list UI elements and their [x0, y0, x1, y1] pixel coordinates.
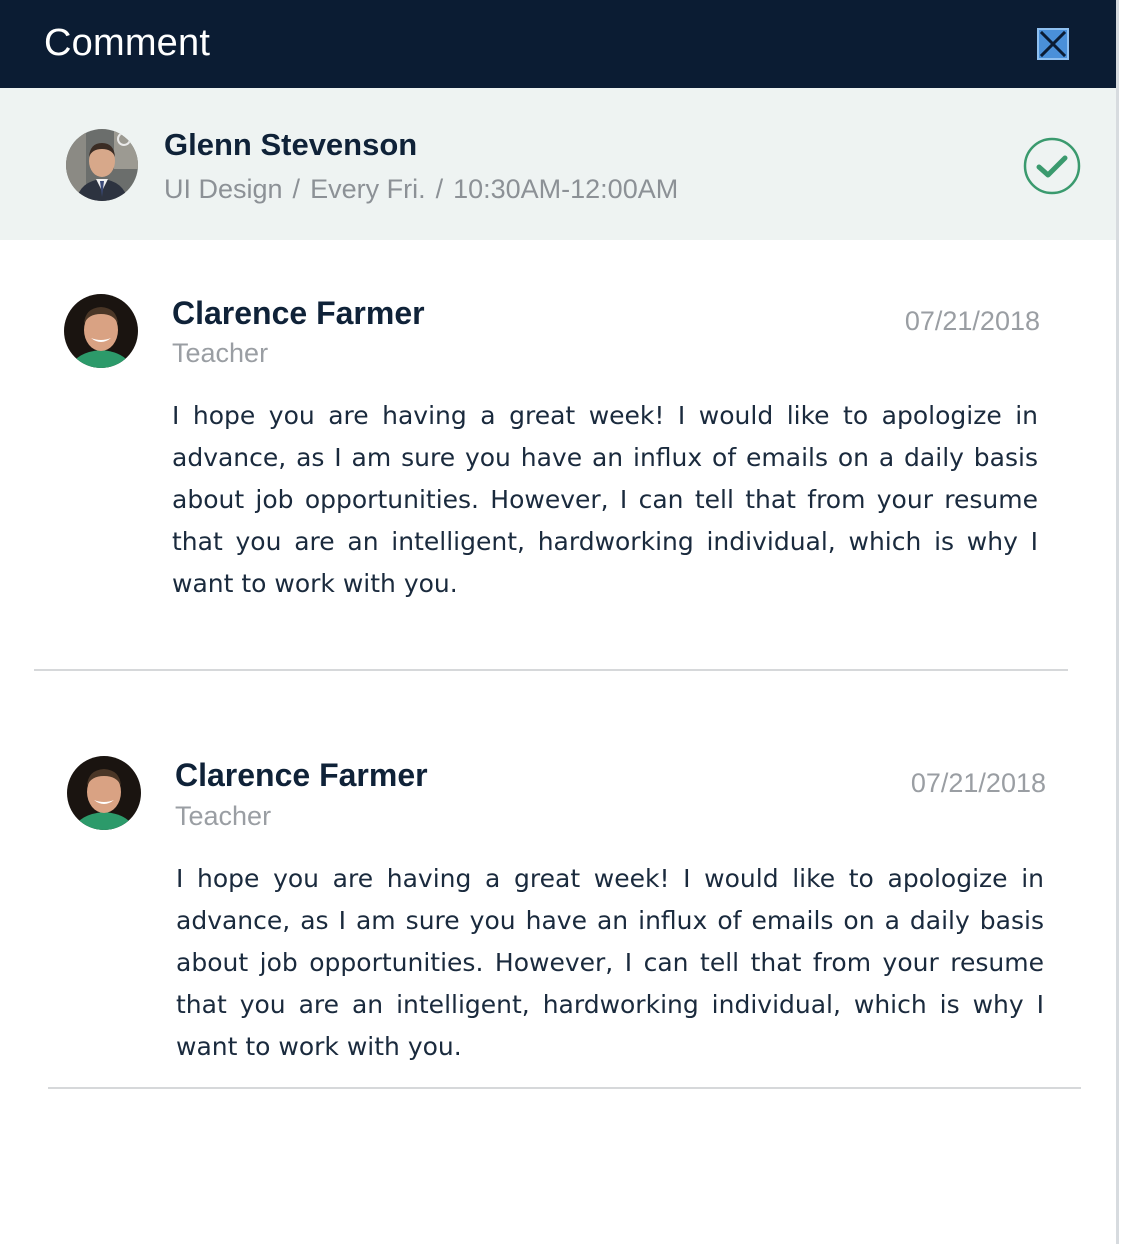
- comment-role: Teacher: [175, 801, 272, 831]
- avatar: [64, 294, 138, 368]
- separator: /: [435, 174, 444, 204]
- modal-title: Comment: [44, 22, 211, 64]
- teacher-avatar-icon: [64, 294, 138, 368]
- separator: /: [292, 174, 301, 204]
- session-details: UI Design / Every Fri. / 10:30AM-12:00AM: [164, 172, 678, 206]
- check-circle-icon: [1023, 137, 1081, 195]
- course-name: UI Design: [164, 174, 283, 204]
- comment-body: I hope you are having a great week! I wo…: [176, 864, 1044, 1061]
- close-button[interactable]: [1037, 28, 1069, 60]
- avatar: [67, 756, 141, 830]
- student-name: Glenn Stevenson: [164, 127, 418, 162]
- student-avatar-icon: [66, 129, 138, 201]
- comment-role: Teacher: [172, 338, 269, 368]
- comment-modal: Comment Glenn Stevenson UI Design / Ever…: [0, 0, 1119, 1244]
- session-summary: Glenn Stevenson UI Design / Every Fri. / 10:…: [0, 88, 1116, 240]
- comment-divider: [34, 669, 1068, 671]
- avatar: [66, 129, 138, 201]
- close-icon: [1037, 28, 1069, 60]
- comment-author: Clarence Farmer: [175, 757, 428, 793]
- comment-date: 07/21/2018: [904, 306, 1040, 336]
- comment-body: I hope you are having a great week! I wo…: [172, 401, 1038, 598]
- comment-divider: [48, 1087, 1081, 1089]
- session-day: Every Fri.: [310, 174, 426, 204]
- comment-date: 07/21/2018: [910, 768, 1046, 798]
- mark-complete-button[interactable]: [1022, 136, 1082, 196]
- teacher-avatar-icon: [67, 756, 141, 830]
- modal-header: Comment: [0, 0, 1116, 88]
- comment-author: Clarence Farmer: [172, 295, 425, 331]
- session-time: 10:30AM-12:00AM: [453, 174, 679, 204]
